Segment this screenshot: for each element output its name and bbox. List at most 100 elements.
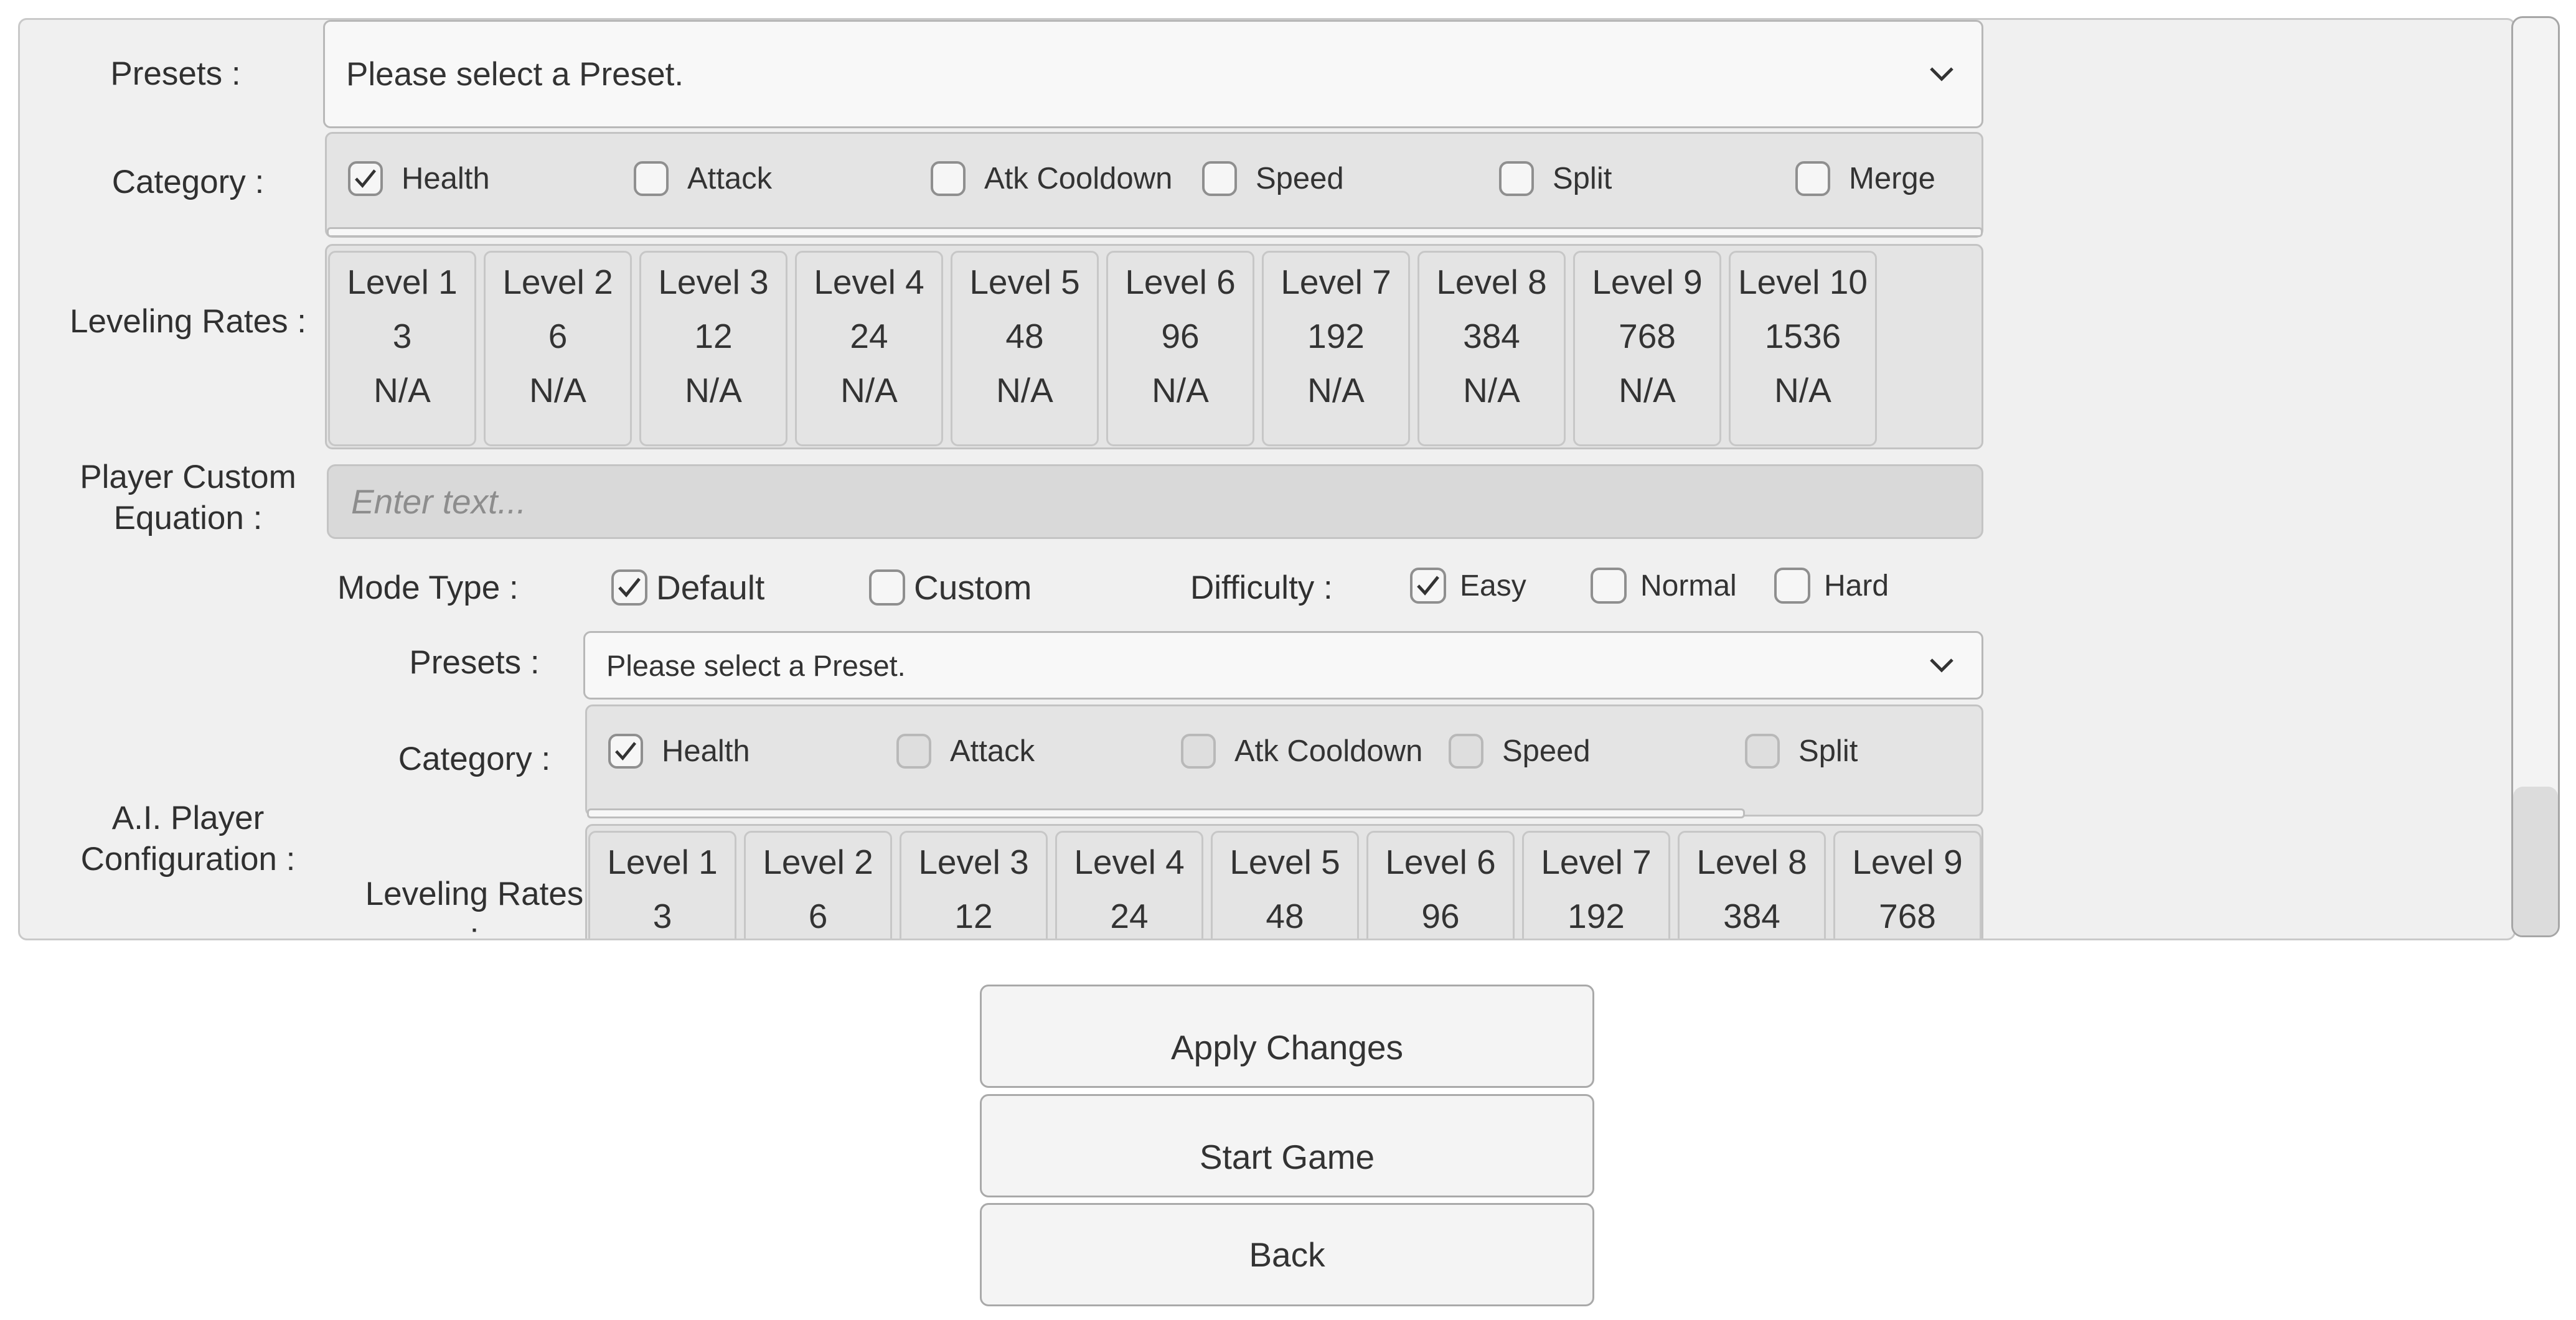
difficulty-easy-checkbox[interactable] bbox=[1410, 568, 1446, 604]
player-level-value: 24 bbox=[850, 317, 888, 355]
ai-category-checkbox[interactable] bbox=[608, 734, 643, 769]
ai-level-name: Level 8 bbox=[1696, 843, 1807, 881]
checkmark-icon bbox=[618, 578, 641, 597]
player-category-checkbox[interactable] bbox=[931, 161, 966, 196]
ai-level-value: 96 bbox=[1421, 897, 1460, 935]
player-level-name: Level 5 bbox=[969, 263, 1080, 301]
difficulty-normal-checkbox[interactable] bbox=[1591, 568, 1627, 604]
ai-level-card: Level 7 192 bbox=[1522, 831, 1670, 939]
player-category-5-toggle[interactable]: Merge bbox=[1795, 161, 1935, 196]
ai-level-card: Level 4 24 bbox=[1055, 831, 1203, 939]
player-category-label: Merge bbox=[1849, 162, 1935, 195]
player-level-extra: N/A bbox=[996, 371, 1053, 410]
player-level-name: Level 3 bbox=[658, 263, 769, 301]
player-category-1-toggle[interactable]: Attack bbox=[634, 161, 772, 196]
ai-category-box: Health Attack Atk Cooldown Speed Split bbox=[585, 704, 1983, 818]
ai-level-value: 384 bbox=[1723, 897, 1780, 935]
ai-level-name: Level 9 bbox=[1852, 843, 1963, 881]
player-level-extra: N/A bbox=[1307, 371, 1365, 410]
mode-custom-toggle[interactable]: Custom bbox=[869, 568, 1032, 607]
ai-leveling-rates-label: Leveling Rates : bbox=[365, 876, 584, 940]
player-category-4-toggle[interactable]: Split bbox=[1499, 161, 1612, 196]
player-level-extra: N/A bbox=[374, 371, 431, 410]
back-button[interactable]: Back bbox=[980, 1203, 1594, 1306]
player-category-label: Attack bbox=[687, 162, 773, 195]
ai-level-card: Level 1 3 bbox=[588, 831, 736, 939]
player-category-label: Health bbox=[402, 162, 490, 195]
ai-leveling-box: Level 1 3 Level 2 6 Level 3 12 Level 4 24 Level … bbox=[585, 824, 1983, 939]
custom-equation-placeholder: Enter text... bbox=[351, 482, 527, 521]
player-category-label: Atk Cooldown bbox=[984, 162, 1173, 195]
ai-level-value: 48 bbox=[1266, 897, 1304, 935]
player-level-card: Level 8 384 N/A bbox=[1417, 251, 1566, 446]
ai-level-name: Level 5 bbox=[1229, 843, 1340, 881]
presets-dropdown[interactable]: Please select a Preset. bbox=[323, 20, 1983, 128]
player-level-value: 192 bbox=[1307, 317, 1365, 355]
ai-category-label: Category : bbox=[398, 741, 551, 777]
settings-scroll-view[interactable]: Presets : Please select a Preset. Catego… bbox=[18, 18, 2516, 940]
ai-level-card: Level 3 12 bbox=[900, 831, 1048, 939]
player-category-checkbox[interactable] bbox=[634, 161, 669, 196]
checkmark-icon bbox=[615, 742, 637, 761]
player-level-card: Level 1 3 N/A bbox=[328, 251, 476, 446]
player-category-checkbox[interactable] bbox=[1795, 161, 1830, 196]
player-level-value: 6 bbox=[548, 317, 568, 355]
ai-category-checkbox[interactable] bbox=[1181, 734, 1216, 769]
difficulty-easy-toggle[interactable]: Easy bbox=[1410, 568, 1526, 604]
player-level-value: 12 bbox=[694, 317, 733, 355]
mode-default-toggle[interactable]: Default bbox=[611, 568, 764, 607]
player-level-name: Level 9 bbox=[1592, 263, 1703, 301]
player-category-checkbox[interactable] bbox=[1202, 161, 1237, 196]
player-level-extra: N/A bbox=[840, 371, 898, 410]
player-level-card: Level 6 96 N/A bbox=[1106, 251, 1254, 446]
category-label: Category : bbox=[111, 164, 265, 200]
ai-category-2-toggle[interactable]: Atk Cooldown bbox=[1181, 734, 1422, 769]
apply-changes-button[interactable]: Apply Changes bbox=[980, 985, 1594, 1088]
ai-category-1-toggle[interactable]: Attack bbox=[896, 734, 1035, 769]
player-level-value: 1536 bbox=[1764, 317, 1841, 355]
player-category-0-toggle[interactable]: Health bbox=[348, 161, 490, 196]
chevron-down-icon bbox=[1929, 653, 1954, 678]
player-level-card: Level 10 1536 N/A bbox=[1729, 251, 1877, 446]
ai-category-checkbox[interactable] bbox=[896, 734, 931, 769]
custom-equation-label: Player Custom Equation : bbox=[80, 459, 296, 536]
player-level-extra: N/A bbox=[529, 371, 586, 410]
player-level-name: Level 4 bbox=[814, 263, 924, 301]
checkmark-icon bbox=[355, 169, 377, 189]
difficulty-normal-toggle[interactable]: Normal bbox=[1591, 568, 1737, 604]
start-game-button[interactable]: Start Game bbox=[980, 1094, 1594, 1197]
ai-level-name: Level 3 bbox=[918, 843, 1029, 881]
player-category-label: Split bbox=[1553, 162, 1612, 195]
ai-category-horizontal-scrollbar[interactable] bbox=[587, 808, 1745, 818]
ai-category-checkbox[interactable] bbox=[1745, 734, 1780, 769]
difficulty-label: Difficulty : bbox=[1190, 569, 1333, 606]
mode-default-checkbox[interactable] bbox=[611, 569, 647, 606]
category-horizontal-scrollbar[interactable] bbox=[327, 227, 1983, 237]
player-category-checkbox[interactable] bbox=[348, 161, 383, 196]
player-category-3-toggle[interactable]: Speed bbox=[1202, 161, 1344, 196]
ai-category-3-toggle[interactable]: Speed bbox=[1449, 734, 1591, 769]
ai-level-card: Level 8 384 bbox=[1678, 831, 1826, 939]
player-level-extra: N/A bbox=[1619, 371, 1676, 410]
vertical-scrollbar-thumb[interactable] bbox=[2513, 787, 2558, 935]
ai-category-label: Attack bbox=[950, 734, 1035, 768]
ai-level-value: 192 bbox=[1568, 897, 1625, 935]
checkmark-icon bbox=[1417, 576, 1439, 596]
difficulty-hard-label: Hard bbox=[1824, 569, 1889, 602]
player-level-card: Level 3 12 N/A bbox=[639, 251, 787, 446]
mode-custom-checkbox[interactable] bbox=[869, 569, 905, 606]
custom-equation-input[interactable]: Enter text... bbox=[327, 464, 1983, 539]
player-level-extra: N/A bbox=[685, 371, 742, 410]
difficulty-hard-checkbox[interactable] bbox=[1774, 568, 1810, 604]
difficulty-hard-toggle[interactable]: Hard bbox=[1774, 568, 1889, 604]
ai-presets-dropdown[interactable]: Please select a Preset. bbox=[583, 631, 1983, 700]
player-category-2-toggle[interactable]: Atk Cooldown bbox=[931, 161, 1172, 196]
player-level-extra: N/A bbox=[1463, 371, 1520, 410]
ai-category-checkbox[interactable] bbox=[1449, 734, 1483, 769]
ai-config-label: A.I. Player Configuration : bbox=[80, 800, 296, 878]
player-category-checkbox[interactable] bbox=[1499, 161, 1534, 196]
ai-level-card: Level 6 96 bbox=[1366, 831, 1515, 939]
ai-category-4-toggle[interactable]: Split bbox=[1745, 734, 1858, 769]
player-level-value: 384 bbox=[1463, 317, 1520, 355]
ai-category-0-toggle[interactable]: Health bbox=[608, 734, 750, 769]
